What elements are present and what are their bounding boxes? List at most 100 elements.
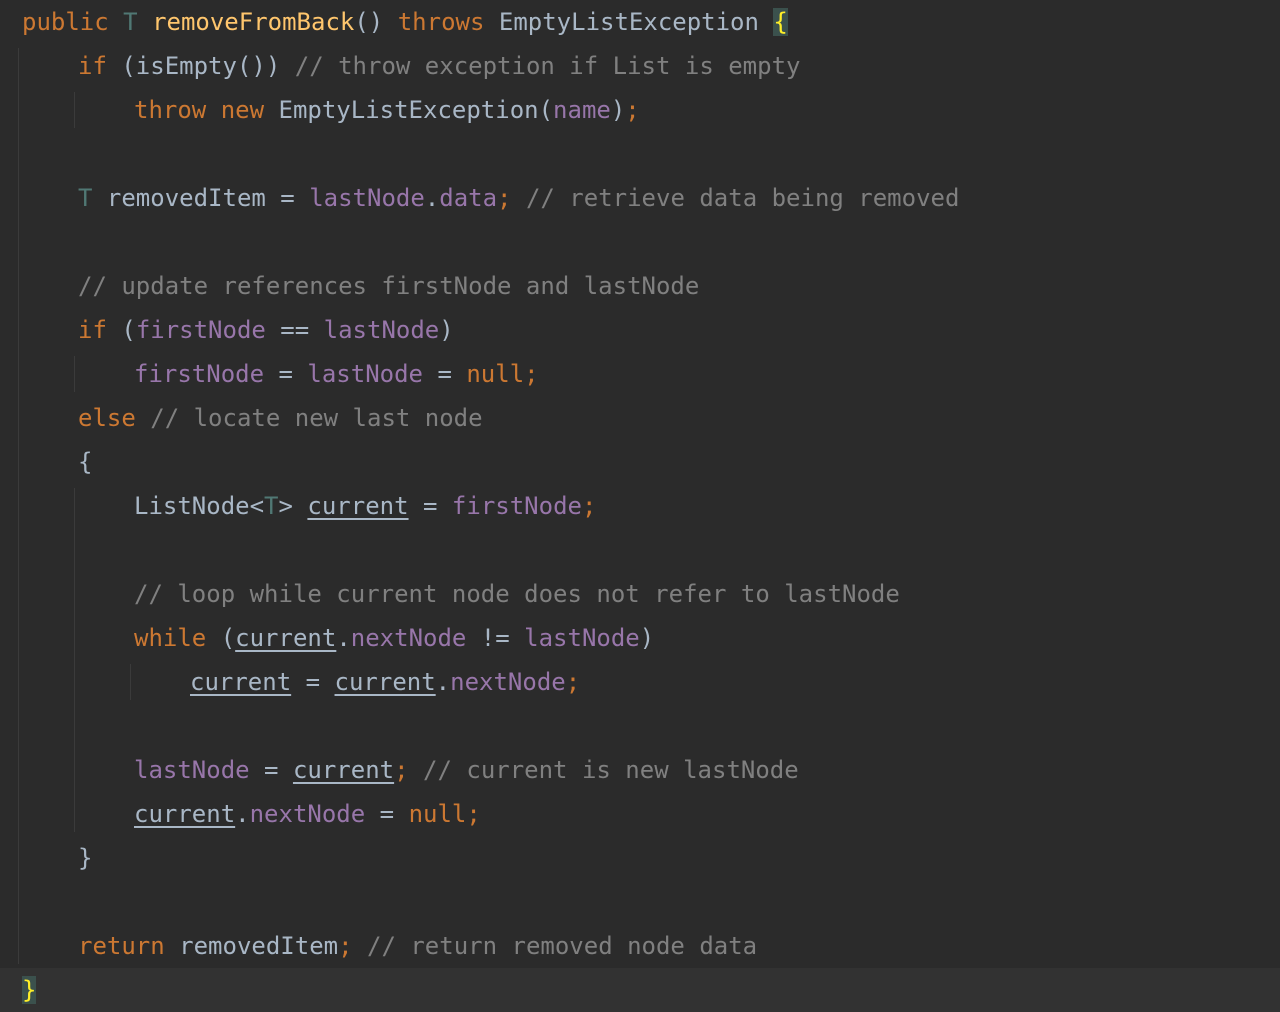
code-token: current [190,668,292,696]
code-line[interactable]: firstNode = lastNode = null; [0,352,1280,396]
code-line-text: T removedItem = lastNode.data; // retrie… [78,176,959,220]
code-line[interactable]: current = current.nextNode; [0,660,1280,704]
code-token: lastNode [309,184,425,212]
code-line[interactable]: } [0,968,1280,1012]
code-token: nextNode [350,624,467,652]
code-token: // retrieve data being removed [525,184,960,212]
code-token: . [424,184,440,212]
code-token: { [773,8,788,36]
code-token: ListNode< [134,492,265,520]
code-token: null [466,360,525,388]
code-line-text: return removedItem; // return removed no… [78,924,757,968]
code-line-text: else // locate new last node [78,396,483,440]
code-token: firstNode [134,360,265,388]
code-line-text: if (isEmpty()) // throw exception if Lis… [78,44,800,88]
code-token: . [435,668,451,696]
code-line[interactable]: return removedItem; // return removed no… [0,924,1280,968]
code-line[interactable]: T removedItem = lastNode.data; // retrie… [0,176,1280,220]
code-line-text: lastNode = current; // current is new la… [134,748,799,792]
code-line[interactable] [0,220,1280,264]
code-token: firstNode [135,316,266,344]
code-token: lastNode [134,756,250,784]
code-line-text: while (current.nextNode != lastNode) [134,616,654,660]
code-token: ; [565,668,581,696]
code-token: ; [394,756,409,784]
code-line[interactable]: while (current.nextNode != lastNode) [0,616,1280,660]
code-token: current [334,668,436,696]
code-token: while [134,624,207,652]
code-token: nextNode [450,668,566,696]
code-line[interactable]: // loop while current node does not refe… [0,572,1280,616]
code-token: (isEmpty()) [106,52,295,80]
code-line[interactable]: throw new EmptyListException(name); [0,88,1280,132]
code-token: lastNode [323,316,440,344]
code-line[interactable]: public T removeFromBack() throws EmptyLi… [0,0,1280,44]
code-line[interactable] [0,132,1280,176]
code-token: ; [581,492,597,520]
code-line-text: current = current.nextNode; [190,660,580,704]
code-token: // loop while current node does not refe… [134,580,900,608]
code-token: ( [206,624,236,652]
code-token: = [365,800,409,828]
code-token: // return removed node data [367,932,758,960]
code-token: = [408,492,452,520]
code-token: ; [625,96,640,124]
code-token: . [235,800,250,828]
code-line[interactable]: // update references firstNode and lastN… [0,264,1280,308]
code-token: name [553,96,611,124]
code-token: = [291,668,335,696]
code-token: firstNode [451,492,582,520]
code-token: removedItem = [92,184,310,212]
code-line[interactable]: ListNode<T> current = firstNode; [0,484,1280,528]
code-token: ; [466,800,481,828]
code-line[interactable]: if (isEmpty()) // throw exception if Lis… [0,44,1280,88]
code-line[interactable]: lastNode = current; // current is new la… [0,748,1280,792]
code-line[interactable]: else // locate new last node [0,396,1280,440]
code-token: // current is new lastNode [423,756,799,784]
code-line[interactable]: } [0,836,1280,880]
code-line-text: // loop while current node does not refe… [134,572,900,616]
code-token: { [78,448,93,476]
code-token: // locate new last node [150,404,483,432]
code-token: = [423,360,467,388]
code-token: if [78,316,107,344]
code-token: ; [497,184,512,212]
code-line-text: public T removeFromBack() throws EmptyLi… [22,0,788,44]
code-line-text: // update references firstNode and lastN… [78,264,699,308]
code-line-text: current.nextNode = null; [134,792,481,836]
code-editor[interactable]: public T removeFromBack() throws EmptyLi… [0,0,1280,1012]
code-line[interactable]: { [0,440,1280,484]
code-token: null [408,800,467,828]
indent-guide [130,664,131,700]
code-line[interactable] [0,704,1280,748]
code-token: throw [134,96,207,124]
code-line[interactable] [0,528,1280,572]
code-token: else [78,404,136,432]
code-token: // throw exception if List is empty [294,52,801,80]
code-token: ) [639,624,655,652]
code-line-text: } [78,836,92,880]
code-token: ( [106,316,136,344]
code-line-text: firstNode = lastNode = null; [134,352,539,396]
code-token: lastNode [307,360,423,388]
code-token: ) [439,316,454,344]
code-token: current [307,492,409,520]
code-token: T [78,184,93,212]
indent-guide [74,488,75,832]
code-token: data [439,184,498,212]
code-token: != [466,624,525,652]
code-token: . [336,624,351,652]
code-token: removedItem [164,932,339,960]
code-line-text: { [78,440,92,484]
code-line[interactable]: current.nextNode = null; [0,792,1280,836]
code-line[interactable]: if (firstNode == lastNode) [0,308,1280,352]
code-line[interactable] [0,880,1280,924]
code-line-text: ListNode<T> current = firstNode; [134,484,596,528]
code-token: T [264,492,279,520]
code-token: if [78,52,107,80]
